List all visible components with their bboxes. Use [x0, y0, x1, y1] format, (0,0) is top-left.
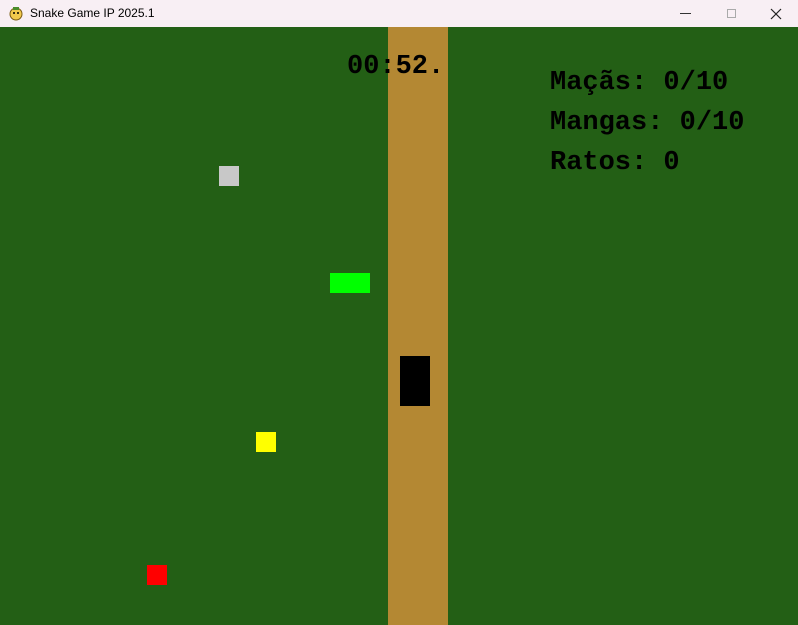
rats-counter: Ratos: 0: [550, 148, 680, 178]
title-bar[interactable]: Snake Game IP 2025.1: [0, 0, 798, 27]
window-title: Snake Game IP 2025.1: [30, 6, 155, 20]
game-window: Snake Game IP 2025.1 00:52. Maçãs: 0/10 …: [0, 0, 798, 625]
mango-item: [256, 432, 276, 452]
close-icon: [770, 8, 782, 19]
road-strip: [388, 27, 448, 625]
timer-display: 00:52.: [347, 52, 445, 82]
maximize-button[interactable]: [708, 0, 754, 27]
maximize-icon: [726, 9, 736, 18]
pygame-snake-icon: [9, 7, 23, 21]
rat-item: [219, 166, 239, 186]
mangoes-counter: Mangas: 0/10: [550, 108, 745, 138]
apple-item: [147, 565, 167, 585]
obstacle-car: [400, 356, 430, 406]
apples-counter: Maçãs: 0/10: [550, 68, 729, 98]
minimize-button[interactable]: [662, 0, 708, 27]
minimize-icon: [679, 13, 691, 14]
game-canvas[interactable]: 00:52. Maçãs: 0/10 Mangas: 0/10 Ratos: 0: [0, 27, 798, 625]
snake: [330, 273, 370, 293]
close-button[interactable]: [753, 0, 798, 27]
